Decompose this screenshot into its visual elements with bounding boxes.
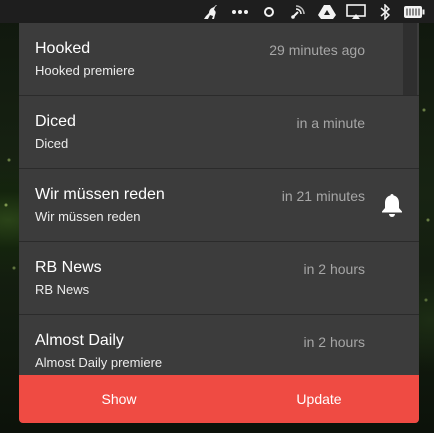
battery-icon[interactable] [399,0,428,23]
airplay-icon[interactable] [341,0,370,23]
menu-bar [0,0,434,23]
list-item[interactable]: Diced Diced in a minute [19,96,419,169]
google-drive-icon[interactable] [312,0,341,23]
list-item[interactable]: Hooked Hooked premiere 29 minutes ago [19,23,419,96]
ellipsis-icon[interactable] [225,0,254,23]
upcoming-shows-popover: Hooked Hooked premiere 29 minutes ago Di… [19,23,419,423]
show-title: Almost Daily [35,332,124,349]
show-title: Diced [35,113,76,130]
list-item[interactable]: Almost Daily Almost Daily premiere in 2 … [19,315,419,375]
show-button[interactable]: Show [19,375,219,423]
circle-icon[interactable] [254,0,283,23]
update-button[interactable]: Update [219,375,419,423]
show-time: in a minute [296,115,365,131]
action-bar: Show Update [19,375,419,423]
show-time: in 2 hours [303,261,365,277]
list-item[interactable]: RB News RB News in 2 hours [19,242,419,315]
list-item[interactable]: Wir müssen reden Wir müssen reden in 21 … [19,169,419,242]
bell-icon[interactable] [377,190,407,220]
bluetooth-icon[interactable] [370,0,399,23]
show-list[interactable]: Hooked Hooked premiere 29 minutes ago Di… [19,23,419,375]
show-title: RB News [35,259,102,276]
show-subtitle: Diced [35,136,69,151]
show-time: in 21 minutes [281,188,365,204]
show-title: Wir müssen reden [35,186,165,203]
show-title: Hooked [35,40,91,57]
show-subtitle: Wir müssen reden [35,209,141,224]
show-time: 29 minutes ago [269,42,365,58]
show-time: in 2 hours [303,334,365,350]
show-subtitle: RB News [35,282,90,297]
show-subtitle: Almost Daily premiere [35,355,163,370]
show-subtitle: Hooked premiere [35,63,135,78]
kangaroo-icon[interactable] [196,0,225,23]
broadcast-icon[interactable] [283,0,312,23]
